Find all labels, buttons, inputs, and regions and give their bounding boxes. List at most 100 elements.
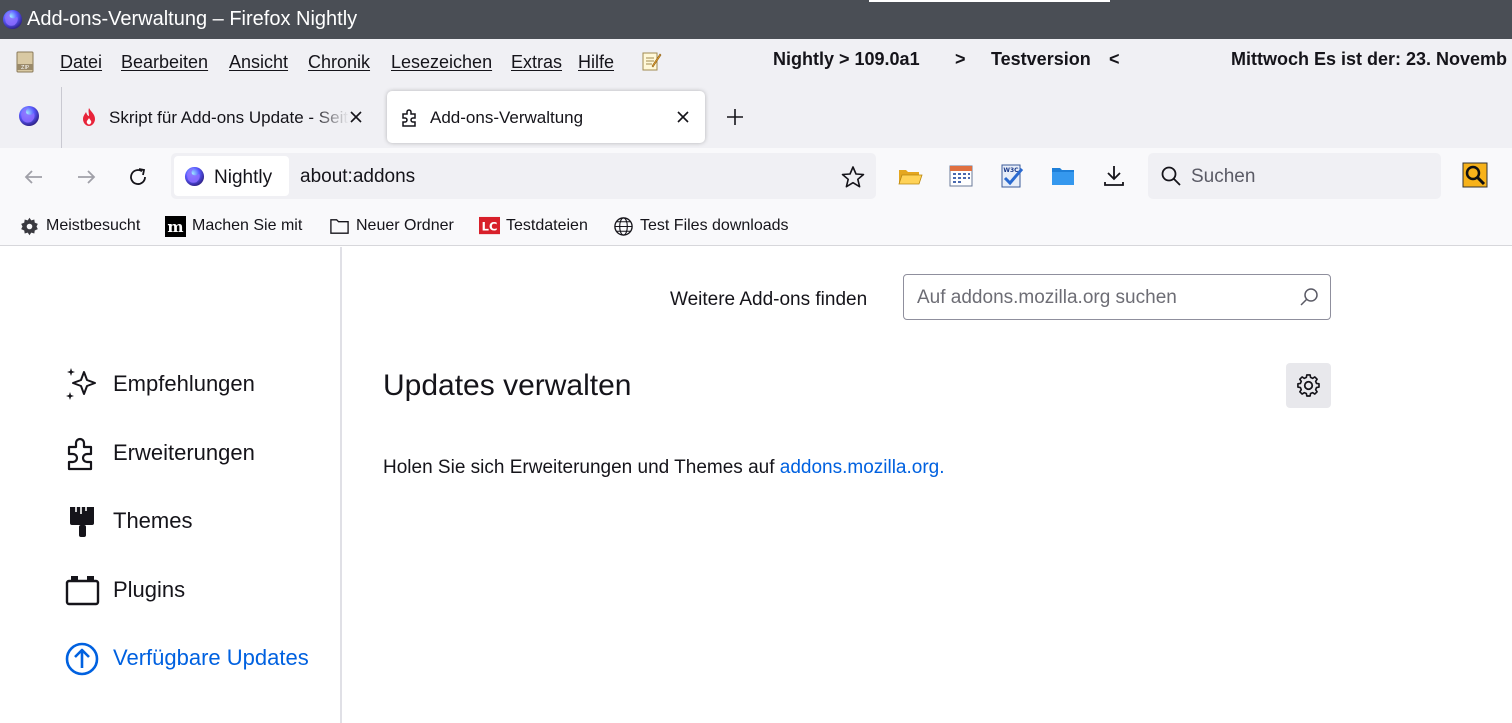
date-info: Mittwoch Es ist der: 23. Novemb	[1231, 49, 1508, 69]
firefox-nightly-icon	[184, 166, 205, 187]
bookmark-label: Meistbesucht	[46, 217, 141, 234]
bookmark-meistbesucht[interactable]: Meistbesucht	[19, 216, 149, 238]
version-info: Nightly > 109.0a1	[773, 49, 920, 69]
tab-skript[interactable]: Skript für Add-ons Update - Seite	[66, 91, 378, 143]
category-label: Verfügbare Updates	[113, 645, 309, 670]
tab-add-ons-verwaltung-label: Add-ons-Verwaltung	[430, 108, 584, 127]
info-text-suffix: .	[939, 457, 945, 478]
window-title: Add-ons-Verwaltung – Firefox Nightly	[27, 8, 358, 30]
tab-bar: Skript für Add-ons Update - Seite Add-on…	[0, 87, 1512, 148]
title-highlight	[869, 0, 1110, 2]
category-label: Empfehlungen	[113, 371, 255, 396]
bookmark-label: Neuer Ordner	[356, 217, 454, 234]
notepad-icon[interactable]	[640, 50, 662, 72]
plus-icon[interactable]	[724, 106, 746, 128]
bookmark-label: Test Files downloads	[640, 217, 789, 234]
bookmark-label: Machen Sie mit	[192, 217, 303, 234]
brush-icon	[70, 507, 94, 537]
search-placeholder: Suchen	[1191, 166, 1256, 187]
identity-label: Nightly	[214, 167, 273, 188]
flame-icon	[83, 108, 95, 126]
category-themes[interactable]: Themes	[64, 500, 334, 540]
category-label: Erweiterungen	[113, 440, 255, 465]
close-icon[interactable]	[346, 107, 366, 127]
menu-ansicht[interactable]: Ansicht	[229, 52, 288, 73]
firefox-view-icon[interactable]	[18, 105, 40, 127]
menu-lesezeichen[interactable]: Lesezeichen	[391, 52, 492, 73]
menu-bearbeiten[interactable]: Bearbeiten	[121, 52, 208, 73]
category-label: Themes	[113, 508, 193, 533]
page-title: Updates verwalten	[383, 369, 632, 402]
puzzle-icon	[67, 437, 93, 471]
bookmarks-bar: Meistbesucht m Machen Sie mit Neuer Ordn…	[0, 206, 1512, 246]
category-empfehlungen[interactable]: Empfehlungen	[64, 363, 334, 403]
menu-extras-label: Extras	[511, 52, 563, 72]
zip-icon[interactable]: ZIP	[14, 51, 36, 73]
reload-icon[interactable]	[126, 165, 150, 189]
search-bar[interactable]: Suchen	[1148, 153, 1441, 199]
test-version-label: Testversion	[991, 49, 1091, 69]
info-text-prefix: Holen Sie sich Erweiterungen und Themes …	[383, 457, 780, 478]
category-erweiterungen[interactable]: Erweiterungen	[64, 432, 334, 472]
tab-add-ons-verwaltung[interactable]: Add-ons-Verwaltung	[387, 91, 705, 143]
menu-chronik[interactable]: Chronik	[308, 52, 370, 73]
mozilla-m-icon: m	[165, 216, 186, 237]
gear-icon	[1297, 374, 1320, 397]
arrow-right-text: >	[955, 49, 966, 69]
categories-sidebar: Empfehlungen Erweiterungen Themes Plugin…	[0, 247, 342, 723]
menu-bar: ZIP Datei Bearbeiten Ansicht Chronik Les…	[0, 39, 1512, 87]
folder-icon[interactable]	[1049, 162, 1077, 190]
category-verfuegbare-updates[interactable]: Verfügbare Updates	[64, 637, 334, 677]
menu-datei[interactable]: Datei	[60, 52, 102, 73]
tab-separator	[61, 87, 62, 148]
globe-icon	[614, 217, 633, 236]
category-label: Plugins	[113, 577, 186, 602]
find-addons-label: Weitere Add-ons finden	[670, 289, 868, 310]
open-folder-icon[interactable]	[896, 162, 924, 190]
arrow-up-circle-icon	[65, 642, 99, 676]
menu-chronik-label: Chronik	[308, 52, 371, 72]
folder-icon	[330, 219, 349, 234]
tab-skript-label: Skript für Add-ons Update - Seite	[109, 108, 349, 127]
download-icon[interactable]	[1100, 162, 1128, 190]
url-bar[interactable]: Nightly about:addons	[171, 153, 876, 199]
bookmark-testdateien[interactable]: LC Testdateien	[479, 216, 599, 238]
back-arrow-icon[interactable]	[22, 165, 46, 189]
calendar-icon[interactable]	[947, 162, 975, 190]
amo-link[interactable]: addons.mozilla.org	[780, 457, 939, 478]
bookmark-test-files-downloads[interactable]: Test Files downloads	[613, 216, 803, 238]
svg-text:ZIP: ZIP	[21, 65, 29, 71]
bookmark-label: Testdateien	[506, 217, 588, 234]
extension-search-icon[interactable]	[1462, 162, 1488, 188]
w3c-validator-icon[interactable]: W3C	[998, 162, 1026, 190]
menu-lesezeichen-label: Lesezeichen	[391, 52, 493, 72]
amo-search-input[interactable]: Auf addons.mozilla.org suchen	[903, 274, 1331, 320]
category-plugins[interactable]: Plugins	[64, 569, 334, 609]
puzzle-icon	[402, 109, 416, 127]
menu-datei-label: Datei	[60, 52, 103, 72]
search-icon	[1161, 166, 1181, 186]
arrow-left-text: <	[1109, 49, 1120, 69]
navigation-toolbar: Nightly about:addons W3C Suchen	[0, 148, 1512, 206]
get-addons-info: Holen Sie sich Erweiterungen und Themes …	[383, 457, 945, 479]
plugin-icon	[65, 576, 100, 606]
bookmark-neuer-ordner[interactable]: Neuer Ordner	[329, 216, 469, 238]
search-icon[interactable]	[1298, 286, 1320, 308]
amo-search-placeholder: Auf addons.mozilla.org suchen	[917, 287, 1177, 308]
firefox-nightly-icon	[2, 9, 23, 30]
close-icon[interactable]	[673, 107, 693, 127]
lc-icon: LC	[479, 216, 500, 235]
identity-box[interactable]: Nightly	[174, 156, 289, 196]
forward-arrow-icon[interactable]	[74, 165, 98, 189]
menu-hilfe-label: Hilfe	[578, 52, 615, 72]
menu-hilfe[interactable]: Hilfe	[578, 52, 614, 73]
sparkle-icon	[66, 368, 96, 400]
menu-extras[interactable]: Extras	[511, 52, 562, 73]
tools-gear-button[interactable]	[1286, 363, 1331, 408]
url-input[interactable]: about:addons	[300, 166, 415, 188]
bookmark-machen-sie-mit[interactable]: m Machen Sie mit	[165, 216, 315, 238]
star-icon[interactable]	[840, 164, 866, 190]
menu-ansicht-label: Ansicht	[229, 52, 289, 72]
svg-text:LC: LC	[482, 219, 498, 233]
svg-text:m: m	[167, 218, 183, 236]
